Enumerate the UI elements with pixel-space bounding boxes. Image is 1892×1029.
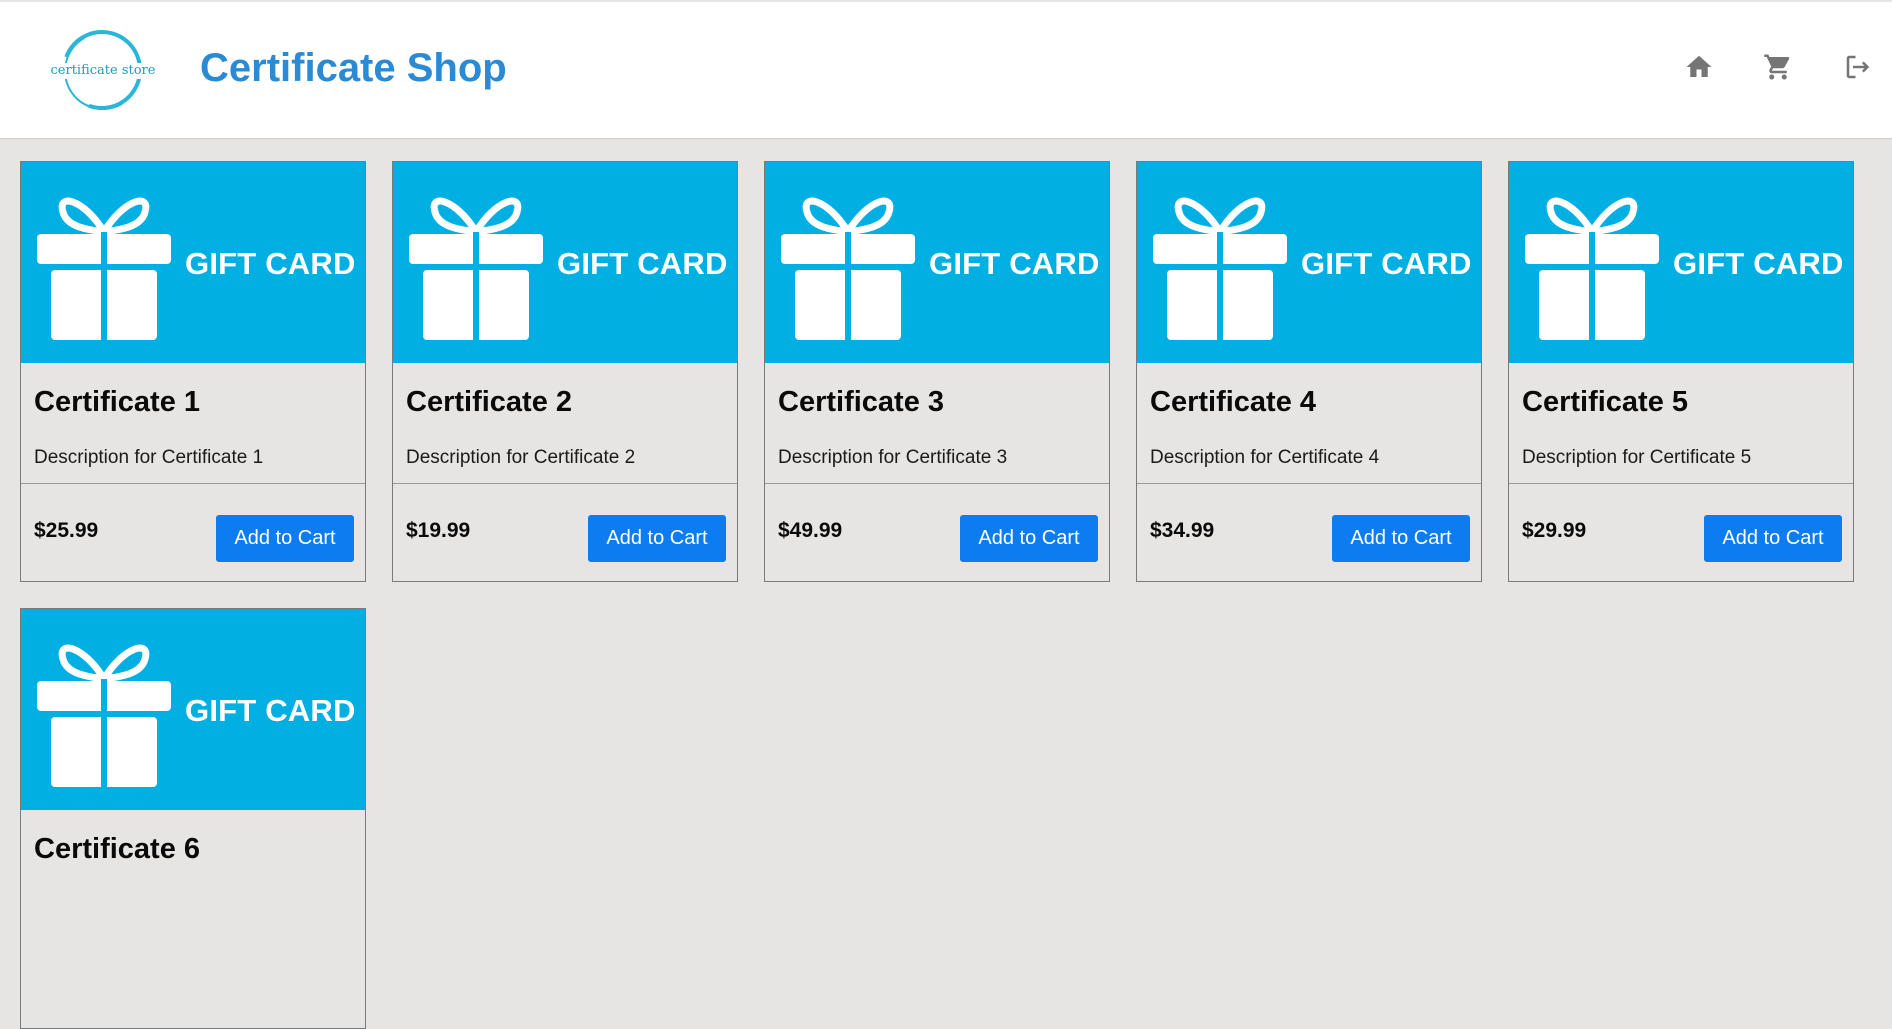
add-to-cart-button[interactable]: Add to Cart xyxy=(216,515,354,562)
product-card: GIFT CARD Certificate 1 Description for Ce… xyxy=(20,161,366,582)
product-name: Certificate 5 xyxy=(1522,386,1689,418)
gift-card-label: GIFT CARD xyxy=(185,246,356,281)
product-name: Certificate 1 xyxy=(34,386,201,418)
gift-card-label: GIFT CARD xyxy=(557,246,728,281)
product-description: Description for Certificate 2 xyxy=(406,447,636,468)
gift-box-icon xyxy=(1525,197,1659,342)
product-description: Description for Certificate 5 xyxy=(1522,447,1752,468)
product-price: $19.99 xyxy=(406,519,471,542)
logo[interactable]: certificate store xyxy=(48,16,157,124)
gift-card-image[interactable]: GIFT CARD xyxy=(393,162,737,363)
product-name: Certificate 6 xyxy=(34,833,201,865)
product-card: GIFT CARD Certificate 4 Description for Ce… xyxy=(1136,161,1482,582)
page-title: Certificate Shop xyxy=(200,46,507,90)
product-card: GIFT CARD Certificate 2 Description for Ce… xyxy=(392,161,738,582)
card-divider xyxy=(1137,483,1481,484)
logout-icon[interactable] xyxy=(1843,52,1873,82)
gift-box-icon xyxy=(409,197,543,342)
product-description: Description for Certificate 4 xyxy=(1150,447,1380,468)
gift-box-icon xyxy=(781,197,915,342)
gift-card-image[interactable]: GIFT CARD xyxy=(21,162,365,363)
gift-card-image[interactable]: GIFT CARD xyxy=(765,162,1109,363)
product-name: Certificate 2 xyxy=(406,386,573,418)
add-to-cart-button[interactable]: Add to Cart xyxy=(1332,515,1470,562)
gift-box-icon xyxy=(37,197,171,342)
product-price: $34.99 xyxy=(1150,519,1215,542)
product-name: Certificate 3 xyxy=(778,386,945,418)
gift-card-image[interactable]: GIFT CARD xyxy=(1137,162,1481,363)
gift-card-label: GIFT CARD xyxy=(1301,246,1472,281)
gift-box-icon xyxy=(1153,197,1287,342)
gift-card-label: GIFT CARD xyxy=(1673,246,1844,281)
product-card: GIFT CARD Certificate 5 Description for Ce… xyxy=(1508,161,1854,582)
product-name: Certificate 4 xyxy=(1150,386,1317,418)
card-divider xyxy=(1509,483,1853,484)
header: certificate store Certificate Shop xyxy=(0,0,1892,139)
product-card: GIFT CARD Certificate 6 xyxy=(20,608,366,1029)
card-divider xyxy=(21,483,365,484)
logo-text: certificate store xyxy=(49,63,157,79)
product-price: $49.99 xyxy=(778,519,843,542)
add-to-cart-button[interactable]: Add to Cart xyxy=(1704,515,1842,562)
gift-card-label: GIFT CARD xyxy=(929,246,1100,281)
gift-card-image[interactable]: GIFT CARD xyxy=(21,609,365,810)
gift-card-label: GIFT CARD xyxy=(185,693,356,728)
product-description: Description for Certificate 3 xyxy=(778,447,1008,468)
add-to-cart-button[interactable]: Add to Cart xyxy=(960,515,1098,562)
product-description: Description for Certificate 1 xyxy=(34,447,264,468)
home-icon[interactable] xyxy=(1684,52,1714,82)
card-divider xyxy=(765,483,1109,484)
card-divider xyxy=(393,483,737,484)
cart-icon[interactable] xyxy=(1763,52,1793,82)
product-price: $29.99 xyxy=(1522,519,1587,542)
product-card: GIFT CARD Certificate 3 Description for Ce… xyxy=(764,161,1110,582)
add-to-cart-button[interactable]: Add to Cart xyxy=(588,515,726,562)
gift-card-image[interactable]: GIFT CARD xyxy=(1509,162,1853,363)
product-price: $25.99 xyxy=(34,519,99,542)
gift-box-icon xyxy=(37,644,171,789)
